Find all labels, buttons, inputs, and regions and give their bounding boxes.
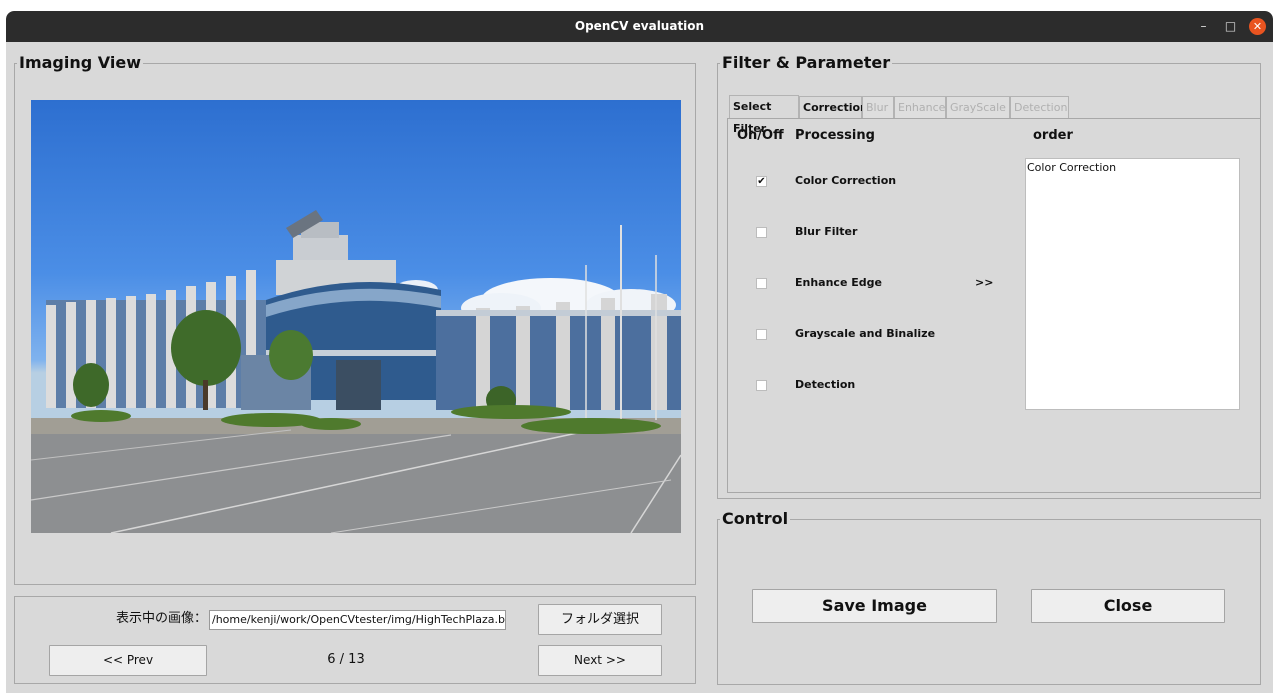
window-title: OpenCV evaluation bbox=[574, 19, 705, 33]
color-correction-checkbox[interactable]: ✔ bbox=[756, 176, 767, 187]
next-button[interactable]: Next >> bbox=[538, 645, 662, 676]
tab-correction[interactable]: Correction bbox=[799, 96, 868, 118]
order-header: order bbox=[1033, 128, 1073, 143]
folder-select-button[interactable]: フォルダ選択 bbox=[538, 604, 662, 635]
enhance-edge-label: Enhance Edge bbox=[795, 276, 882, 289]
current-image-label: 表示中の画像： bbox=[116, 611, 208, 626]
tab-enhance[interactable]: Enhance bbox=[894, 96, 946, 118]
processing-header: Processing bbox=[795, 128, 875, 143]
grayscale-label: Grayscale and Binalize bbox=[795, 327, 936, 340]
add-to-order-button[interactable]: >> bbox=[975, 276, 993, 289]
detection-checkbox[interactable] bbox=[756, 380, 767, 391]
close-window-button[interactable]: ✕ bbox=[1249, 18, 1266, 35]
grayscale-checkbox[interactable] bbox=[756, 329, 767, 340]
tab-detection[interactable]: Detection bbox=[1010, 96, 1069, 118]
maximize-button[interactable]: □ bbox=[1222, 18, 1239, 35]
imaging-view-title: Imaging View bbox=[17, 53, 143, 73]
order-list[interactable]: Color Correction bbox=[1025, 158, 1240, 410]
control-title: Control bbox=[720, 509, 791, 529]
color-correction-label: Color Correction bbox=[795, 174, 897, 187]
blur-filter-label: Blur Filter bbox=[795, 225, 858, 238]
tab-select-filter[interactable]: Select Filter bbox=[729, 95, 799, 135]
minimize-button[interactable]: – bbox=[1195, 18, 1212, 35]
app-window: OpenCV evaluation – □ ✕ Imaging View 表示中… bbox=[6, 11, 1273, 693]
onoff-header: On/Off bbox=[737, 128, 784, 143]
prev-button[interactable]: << Prev bbox=[49, 645, 207, 676]
tab-grayscale[interactable]: GrayScale bbox=[946, 96, 1010, 118]
close-button[interactable]: Close bbox=[1031, 589, 1225, 623]
image-counter: 6 / 13 bbox=[327, 652, 365, 667]
image-path-field[interactable]: /home/kenji/work/OpenCVtester/img/HighTe… bbox=[209, 610, 506, 630]
order-list-item[interactable]: Color Correction bbox=[1027, 161, 1239, 174]
filter-parameter-title: Filter & Parameter bbox=[720, 53, 893, 73]
tab-blur[interactable]: Blur bbox=[862, 96, 894, 118]
enhance-edge-checkbox[interactable] bbox=[756, 278, 767, 289]
blur-filter-checkbox[interactable] bbox=[756, 227, 767, 238]
save-image-button[interactable]: Save Image bbox=[752, 589, 997, 623]
building-photo bbox=[31, 210, 681, 533]
imaging-view-group: Imaging View bbox=[14, 53, 696, 585]
title-bar[interactable]: OpenCV evaluation – □ ✕ bbox=[6, 11, 1273, 42]
preview-image bbox=[31, 100, 681, 533]
detection-label: Detection bbox=[795, 378, 856, 391]
